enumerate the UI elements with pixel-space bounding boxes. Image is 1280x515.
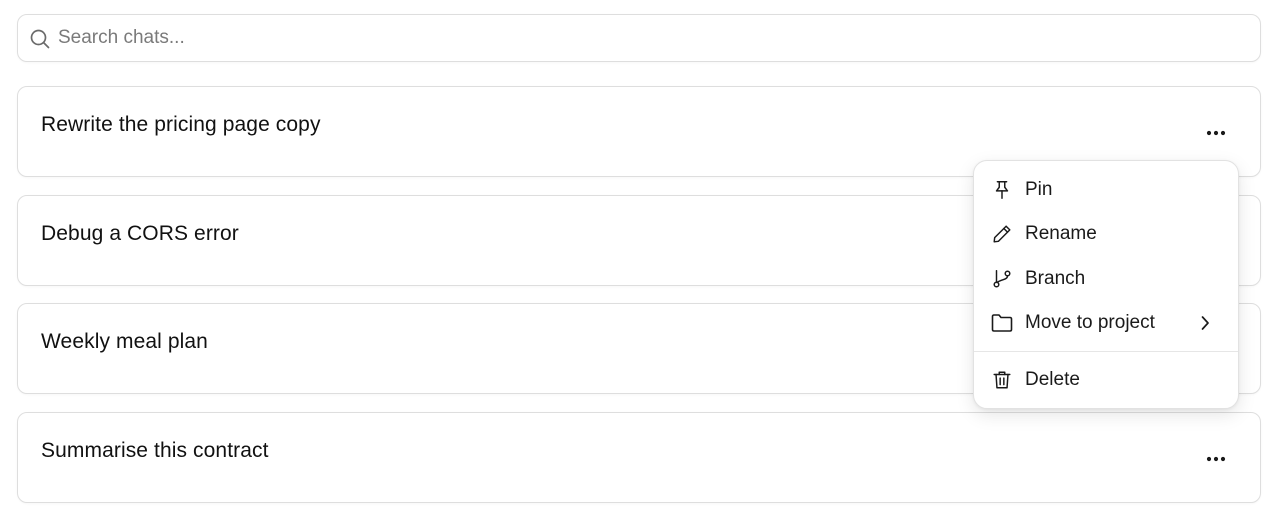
pin-icon <box>990 178 1014 202</box>
chat-title: Debug a CORS error <box>41 222 239 245</box>
more-horizontal-icon <box>1206 456 1226 462</box>
menu-item-label: Move to project <box>1025 312 1155 333</box>
more-horizontal-icon <box>1206 130 1226 136</box>
search-icon <box>29 28 51 50</box>
menu-item-label: Branch <box>1025 268 1086 289</box>
folder-icon <box>990 311 1014 335</box>
branch-icon <box>990 267 1014 291</box>
menu-item-label: Delete <box>1025 369 1080 390</box>
search-bar[interactable] <box>17 14 1261 62</box>
pencil-icon <box>990 222 1014 246</box>
search-input[interactable] <box>58 15 1248 61</box>
menu-item-label: Pin <box>1025 179 1053 200</box>
chevron-right-icon <box>1200 315 1214 331</box>
chat-context-menu: Pin Rename Branch Move to project Delete <box>973 160 1239 409</box>
menu-item-move-to-project[interactable]: Move to project <box>974 301 1238 345</box>
more-options-button[interactable] <box>1202 119 1230 147</box>
menu-item-delete[interactable]: Delete <box>974 358 1238 402</box>
more-options-button[interactable] <box>1202 445 1230 473</box>
chat-title: Weekly meal plan <box>41 330 208 353</box>
menu-item-branch[interactable]: Branch <box>974 257 1238 301</box>
chat-item[interactable]: Summarise this contract <box>17 412 1261 503</box>
trash-icon <box>990 368 1014 392</box>
chat-title: Summarise this contract <box>41 439 269 462</box>
menu-item-label: Rename <box>1025 223 1097 244</box>
menu-item-rename[interactable]: Rename <box>974 212 1238 256</box>
menu-divider <box>974 351 1238 352</box>
menu-item-pin[interactable]: Pin <box>974 168 1238 212</box>
chat-title: Rewrite the pricing page copy <box>41 113 321 136</box>
chat-history-page: Rewrite the pricing page copy Debug a CO… <box>0 0 1280 515</box>
